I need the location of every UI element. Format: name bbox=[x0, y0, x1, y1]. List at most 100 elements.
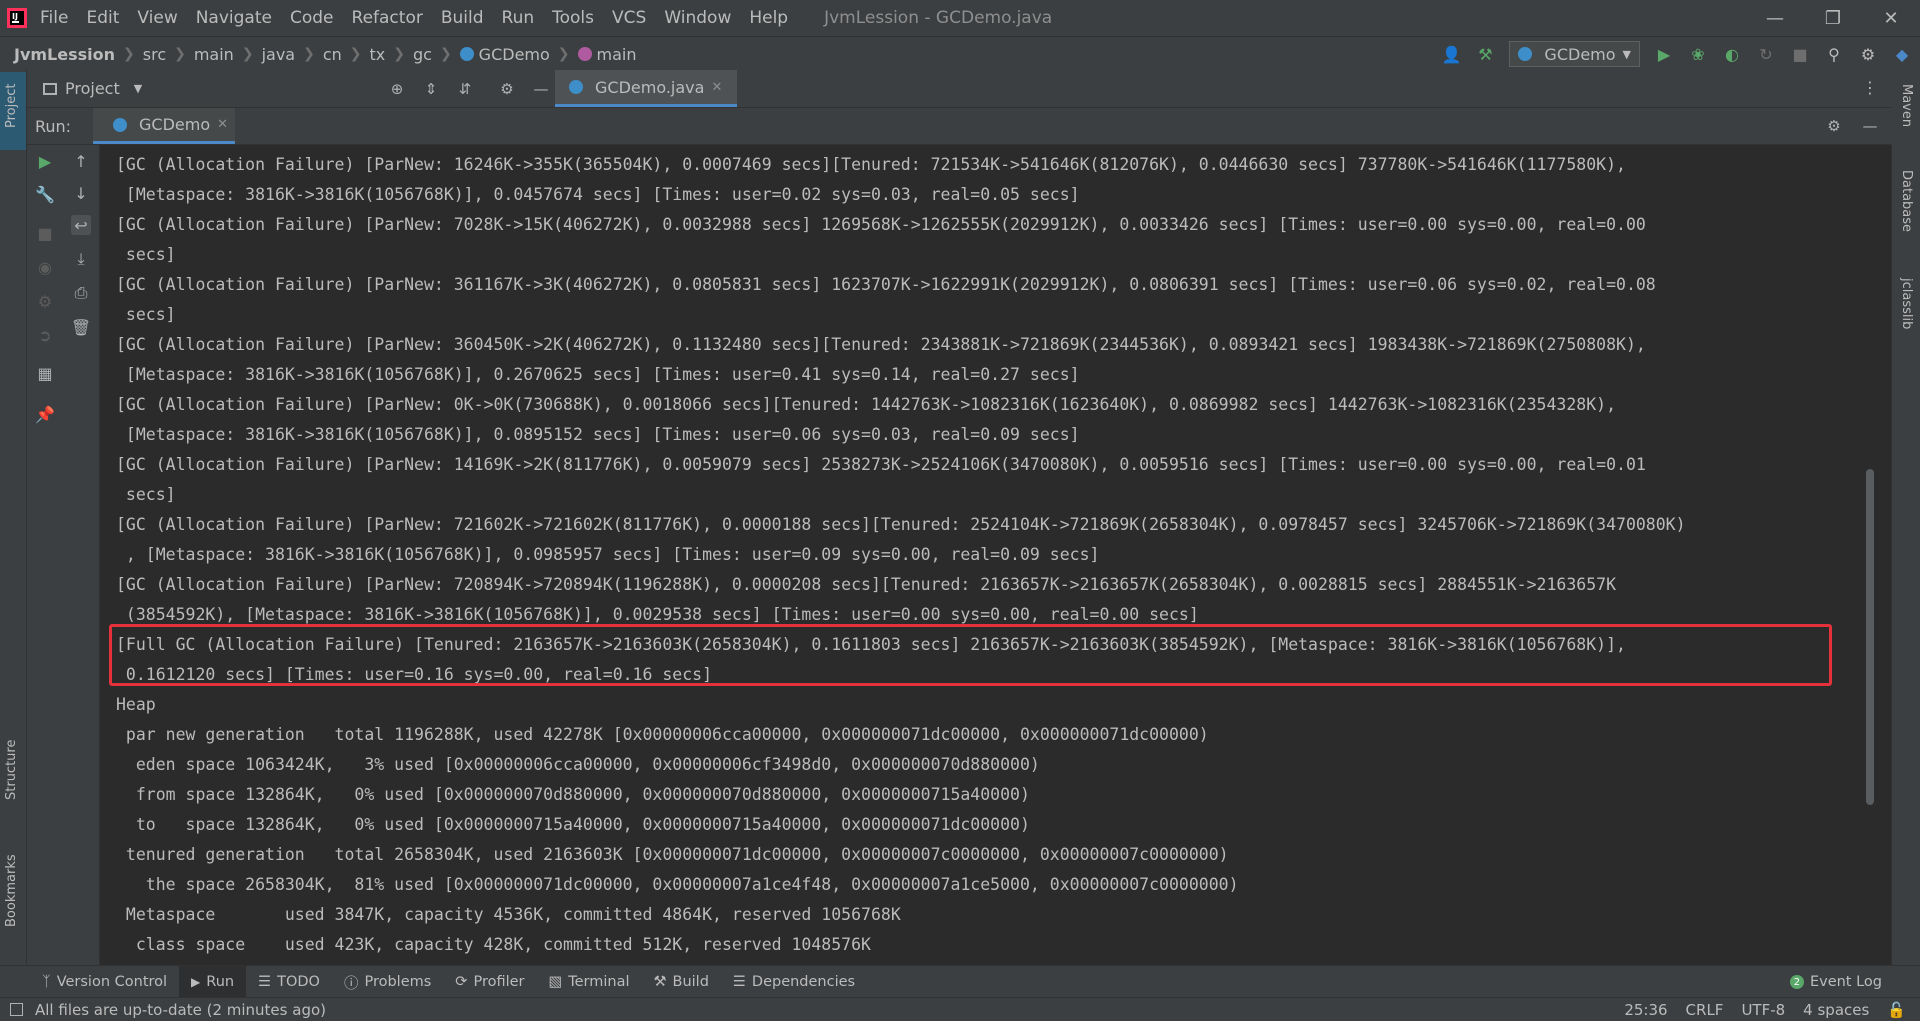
menu-window[interactable]: Window bbox=[664, 8, 731, 28]
tab-dependencies[interactable]: ☰ Dependencies bbox=[721, 966, 867, 998]
menu-view[interactable]: View bbox=[137, 8, 177, 28]
project-tool-tab[interactable]: Project bbox=[0, 72, 26, 150]
console-scrollbar[interactable] bbox=[1864, 145, 1876, 965]
tab-build[interactable]: ⚒ Build bbox=[642, 966, 721, 998]
nav-toolbar: 👤 ⚒ GCDemo ▼ ▶ ❀ ◐ ↻ ■ ⚲ ⚙ ◆ bbox=[1441, 37, 1912, 71]
pin-icon[interactable]: 📌 bbox=[35, 404, 55, 424]
event-log-button[interactable]: 2 Event Log bbox=[1789, 966, 1882, 998]
file-encoding[interactable]: UTF-8 bbox=[1741, 1001, 1785, 1019]
terminal-icon: ▧ bbox=[548, 974, 563, 990]
panel-toggle-icon[interactable] bbox=[10, 1003, 23, 1016]
project-view-selector[interactable]: Project ▼ bbox=[43, 70, 142, 107]
maven-tool-tab[interactable]: Maven bbox=[1899, 84, 1914, 127]
arrow-down-icon[interactable]: ↓ bbox=[71, 183, 91, 203]
project-folder-icon bbox=[43, 82, 57, 95]
scrollbar-thumb[interactable] bbox=[1866, 469, 1874, 805]
breadcrumb-project[interactable]: JvmLession bbox=[14, 45, 115, 64]
hide-panel-icon[interactable]: — bbox=[1860, 116, 1880, 136]
expand-all-icon[interactable]: ⇕ bbox=[421, 79, 441, 99]
exit-icon[interactable]: ➲ bbox=[35, 325, 55, 345]
user-icon[interactable]: 👤 bbox=[1441, 44, 1461, 64]
gear-icon[interactable]: ⚙ bbox=[1858, 44, 1878, 64]
build-hammer-icon[interactable]: ⚒ bbox=[1475, 44, 1495, 64]
search-icon[interactable]: ⚲ bbox=[1824, 44, 1844, 64]
menu-code[interactable]: Code bbox=[290, 8, 334, 28]
arrow-up-icon[interactable]: ↑ bbox=[71, 151, 91, 171]
dump-threads-icon[interactable]: ⚙ bbox=[35, 291, 55, 311]
breadcrumb-gc[interactable]: gc bbox=[413, 45, 432, 64]
console-line: tenured generation total 2658304K, used … bbox=[116, 845, 1229, 864]
breadcrumb-main[interactable]: main bbox=[194, 45, 234, 64]
console-output[interactable]: [GC (Allocation Failure) [ParNew: 16246K… bbox=[100, 145, 1876, 965]
stop-icon[interactable]: ■ bbox=[35, 223, 55, 243]
caret-position[interactable]: 25:36 bbox=[1624, 1001, 1667, 1019]
console-line: [GC (Allocation Failure) [ParNew: 721602… bbox=[116, 515, 1686, 534]
profiler-icon[interactable]: ↻ bbox=[1756, 44, 1776, 64]
run-configuration-select[interactable]: GCDemo ▼ bbox=[1509, 41, 1640, 67]
jetbrains-toolbox-icon[interactable]: ◆ bbox=[1892, 44, 1912, 64]
breadcrumb-tx[interactable]: tx bbox=[370, 45, 386, 64]
breadcrumb-gcdemo-label: GCDemo bbox=[478, 44, 550, 64]
status-message[interactable]: All files are up-to-date (2 minutes ago) bbox=[35, 1001, 326, 1019]
menu-run[interactable]: Run bbox=[502, 8, 535, 28]
layout-icon[interactable]: ▦ bbox=[35, 363, 55, 383]
breadcrumb-src[interactable]: src bbox=[143, 45, 166, 64]
menu-help[interactable]: Help bbox=[749, 8, 788, 28]
class-icon bbox=[113, 117, 127, 132]
menu-file[interactable]: File bbox=[40, 8, 68, 28]
lock-icon[interactable]: 🔓 bbox=[1887, 1001, 1906, 1019]
line-separator[interactable]: CRLF bbox=[1686, 1001, 1724, 1019]
stop-icon[interactable]: ■ bbox=[1790, 44, 1810, 64]
run-icon[interactable]: ▶ bbox=[1654, 44, 1674, 64]
close-icon[interactable]: ✕ bbox=[1862, 0, 1920, 36]
gear-icon[interactable]: ⚙ bbox=[1824, 116, 1844, 136]
collapse-all-icon[interactable]: ⇵ bbox=[455, 79, 475, 99]
console-line: class space used 423K, capacity 428K, co… bbox=[116, 935, 871, 954]
restore-icon[interactable]: ❐ bbox=[1804, 0, 1862, 36]
breadcrumb-separator: ❯ bbox=[241, 46, 254, 62]
wrench-icon[interactable]: 🔧 bbox=[35, 184, 55, 204]
menu-vcs[interactable]: VCS bbox=[612, 8, 646, 28]
menu-navigate[interactable]: Navigate bbox=[196, 8, 272, 28]
tab-profiler[interactable]: ⟳ Profiler bbox=[443, 966, 536, 998]
breadcrumb-java[interactable]: java bbox=[262, 45, 296, 64]
camera-icon[interactable]: ◉ bbox=[35, 257, 55, 277]
database-tool-tab[interactable]: Database bbox=[1899, 170, 1914, 232]
menu-build[interactable]: Build bbox=[441, 8, 484, 28]
locate-target-icon[interactable]: ⊕ bbox=[387, 79, 407, 99]
run-icon: ▶ bbox=[191, 975, 201, 989]
scroll-to-end-icon[interactable]: ⤓ bbox=[71, 249, 91, 269]
rerun-icon[interactable]: ▶ bbox=[35, 151, 55, 171]
print-icon[interactable]: ⎙ bbox=[71, 283, 91, 303]
tab-terminal[interactable]: ▧ Terminal bbox=[537, 966, 642, 998]
breadcrumb-cn[interactable]: cn bbox=[323, 45, 342, 64]
editor-tab-gcdemo[interactable]: GCDemo.java ✕ bbox=[555, 70, 737, 107]
hide-panel-icon[interactable]: — bbox=[531, 79, 551, 99]
breadcrumb-method-main[interactable]: main bbox=[577, 45, 637, 64]
svg-text:IJ: IJ bbox=[12, 12, 18, 21]
close-tab-icon[interactable]: ✕ bbox=[711, 80, 722, 95]
tab-version-control[interactable]: ᛉ Version Control bbox=[30, 966, 179, 998]
tab-run[interactable]: ▶ Run bbox=[179, 966, 247, 998]
structure-tool-tab[interactable]: Structure bbox=[4, 740, 19, 800]
menu-tools[interactable]: Tools bbox=[552, 8, 594, 28]
tab-problems[interactable]: ⓘ Problems bbox=[332, 966, 443, 998]
more-options-icon[interactable]: ⋮ bbox=[1862, 78, 1878, 97]
minimize-icon[interactable]: — bbox=[1746, 0, 1804, 36]
jclasslib-tool-tab[interactable]: jclasslib bbox=[1899, 278, 1914, 329]
bookmarks-tool-tab[interactable]: Bookmarks bbox=[4, 854, 19, 927]
breadcrumb-gcdemo[interactable]: GCDemo bbox=[459, 44, 550, 64]
gear-icon[interactable]: ⚙ bbox=[497, 79, 517, 99]
menu-refactor[interactable]: Refactor bbox=[352, 8, 423, 28]
close-tab-icon[interactable]: ✕ bbox=[217, 117, 228, 132]
console-lines: [GC (Allocation Failure) [ParNew: 16246K… bbox=[116, 150, 1686, 960]
coverage-icon[interactable]: ◐ bbox=[1722, 44, 1742, 64]
debug-icon[interactable]: ❀ bbox=[1688, 44, 1708, 64]
menu-edit[interactable]: Edit bbox=[86, 8, 119, 28]
tab-todo[interactable]: ☰ TODO bbox=[246, 966, 332, 998]
trash-icon[interactable]: 🗑 bbox=[71, 317, 91, 337]
console-line: [Metaspace: 3816K->3816K(1056768K)], 0.2… bbox=[116, 365, 1080, 384]
soft-wrap-icon[interactable]: ↩ bbox=[71, 215, 91, 235]
run-tab-gcdemo[interactable]: GCDemo ✕ bbox=[93, 108, 235, 144]
indent-setting[interactable]: 4 spaces bbox=[1803, 1001, 1869, 1019]
